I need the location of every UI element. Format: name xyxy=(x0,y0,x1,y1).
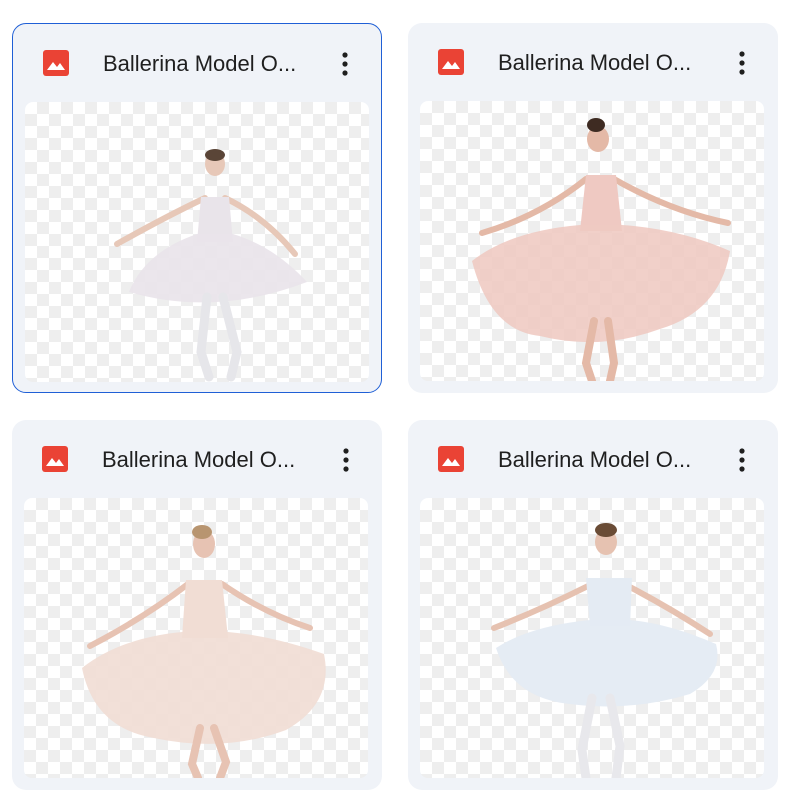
more-vert-icon xyxy=(739,51,745,75)
image-thumbnail[interactable] xyxy=(420,101,764,381)
image-thumbnail[interactable] xyxy=(24,498,368,778)
file-card[interactable]: Ballerina Model O... xyxy=(408,420,778,790)
more-options-button[interactable] xyxy=(328,440,364,480)
file-card-header: Ballerina Model O... xyxy=(13,24,381,102)
file-title: Ballerina Model O... xyxy=(103,51,297,76)
file-card-header: Ballerina Model O... xyxy=(12,420,382,498)
ballerina-image xyxy=(491,523,718,778)
more-vert-icon xyxy=(343,448,349,472)
file-card[interactable]: Ballerina Model O... xyxy=(408,23,778,393)
more-options-button[interactable] xyxy=(724,440,760,480)
ballerina-image xyxy=(114,149,307,382)
more-vert-icon xyxy=(342,52,348,76)
more-options-button[interactable] xyxy=(327,44,363,84)
more-vert-icon xyxy=(739,448,745,472)
ballerina-image xyxy=(472,118,731,381)
ballerina-image xyxy=(82,525,326,778)
file-card[interactable]: Ballerina Model O... xyxy=(12,23,382,393)
file-card-header: Ballerina Model O... xyxy=(408,420,778,498)
file-card-header: Ballerina Model O... xyxy=(408,23,778,101)
image-file-icon xyxy=(42,446,68,472)
file-card[interactable]: Ballerina Model O... xyxy=(12,420,382,790)
file-title: Ballerina Model O... xyxy=(498,447,692,472)
file-title: Ballerina Model O... xyxy=(498,50,692,75)
more-options-button[interactable] xyxy=(724,43,760,83)
image-file-icon xyxy=(438,49,464,75)
image-thumbnail[interactable] xyxy=(420,498,764,778)
image-thumbnail[interactable] xyxy=(25,102,369,382)
image-file-icon xyxy=(43,50,69,76)
image-file-icon xyxy=(438,446,464,472)
file-title: Ballerina Model O... xyxy=(102,447,296,472)
